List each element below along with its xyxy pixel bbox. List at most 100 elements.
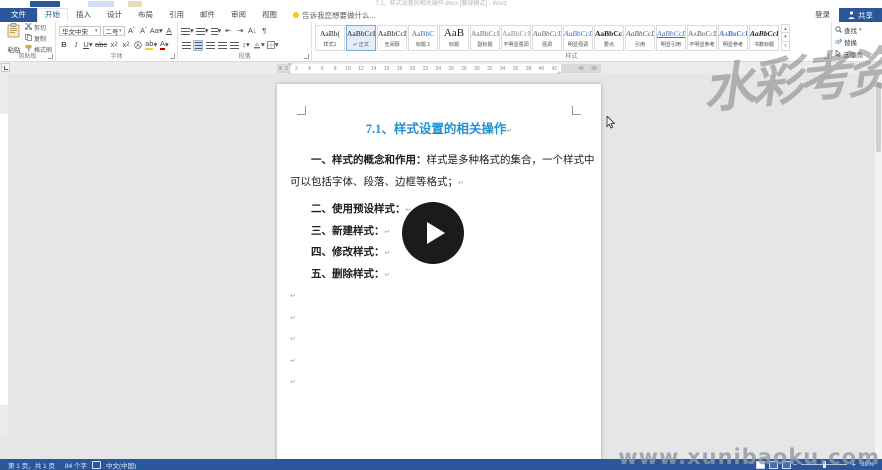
empty-paragraph[interactable]: ↵ (290, 285, 588, 307)
style-gallery-item[interactable]: AaB标题 (439, 25, 469, 51)
sort-button[interactable]: A↓ (247, 26, 257, 37)
tell-me-box[interactable]: 告诉我您想要做什么... (285, 8, 384, 22)
style-gallery-item[interactable]: AaBbCcI要点 (594, 25, 624, 51)
vertical-ruler[interactable] (0, 74, 8, 435)
style-gallery-item[interactable]: AaBbCcD引用 (625, 25, 655, 51)
zoom-out-button[interactable]: − (793, 461, 798, 469)
gallery-scroll-up-button[interactable]: ▴ (781, 24, 790, 33)
horizontal-ruler[interactable]: 42 2468101214161820222426283032343638404… (277, 64, 601, 73)
replace-button[interactable]: ab 替换 (835, 37, 879, 47)
gallery-more-button[interactable]: ▿ (781, 42, 790, 51)
justify-button[interactable] (217, 40, 227, 51)
change-case-button[interactable]: Aa▾ (151, 26, 163, 37)
borders-button[interactable]: ▾ (267, 40, 279, 51)
sign-in-button[interactable]: 登录 (806, 8, 839, 22)
shading-button[interactable]: ▾ (253, 40, 265, 51)
tab-home[interactable]: 开始 (37, 8, 68, 22)
empty-paragraph[interactable]: ↵ (290, 328, 588, 350)
scrollbar-thumb[interactable] (876, 82, 881, 152)
page-indicator[interactable]: 第 1 页，共 1 页 (3, 460, 60, 470)
style-sample: AaB (440, 27, 468, 40)
empty-paragraph[interactable]: ↵ (290, 371, 588, 393)
decrease-indent-button[interactable]: ⇤ (223, 26, 233, 37)
tab-mailings[interactable]: 邮件 (192, 8, 223, 22)
zoom-slider-thumb[interactable] (823, 461, 826, 468)
find-button[interactable]: 查找▾ (835, 25, 879, 35)
superscript-button[interactable]: x2 (121, 40, 131, 51)
video-play-button[interactable] (402, 202, 464, 264)
empty-paragraph[interactable]: ↵ (290, 350, 588, 372)
paste-button[interactable]: 粘贴 (3, 24, 25, 52)
tab-review[interactable]: 审阅 (223, 8, 254, 22)
grow-font-button[interactable]: Aˆ (127, 26, 137, 37)
bullets-button[interactable]: ▾ (181, 26, 194, 37)
proofing-icon[interactable] (92, 461, 101, 469)
tab-insert[interactable]: 插入 (68, 8, 99, 22)
styles-dialog-launcher[interactable] (824, 54, 829, 59)
doc-paragraph[interactable]: 五、删除样式：↵ (290, 264, 588, 286)
font-size-combo[interactable]: 二号▾ (103, 26, 125, 36)
style-gallery-item[interactable]: AaBbCcD不明显强调 (501, 25, 531, 51)
empty-paragraph[interactable]: ↵ (290, 307, 588, 329)
tab-view[interactable]: 视图 (254, 8, 285, 22)
word-count[interactable]: 84 个字 (60, 460, 92, 470)
print-layout-button[interactable] (769, 461, 778, 469)
style-gallery-item[interactable]: AaBbCcDi不明显参考 (687, 25, 717, 51)
style-gallery-item[interactable]: AaBbCcD明显引用 (656, 25, 686, 51)
tab-file[interactable]: 文件 (0, 8, 37, 22)
clipboard-dialog-launcher[interactable] (48, 54, 53, 59)
zoom-slider[interactable] (801, 464, 847, 465)
font-name-combo[interactable]: 华文中宋▾ (59, 26, 101, 36)
style-name: 引用 (627, 40, 653, 47)
zoom-level[interactable]: 89% (856, 461, 879, 468)
ruler-tick: 40 (535, 66, 548, 72)
italic-button[interactable]: I (71, 40, 81, 51)
language-indicator[interactable]: 中文(中国) (101, 460, 141, 470)
cut-button[interactable]: 剪切 (25, 23, 52, 32)
style-gallery-item[interactable]: AaBbCcD无间隔 (377, 25, 407, 51)
strikethrough-button[interactable]: abc (95, 40, 107, 51)
read-mode-button[interactable] (756, 461, 765, 469)
tab-design[interactable]: 设计 (99, 8, 130, 22)
show-marks-button[interactable]: ¶ (259, 26, 269, 37)
increase-indent-button[interactable]: ⇥ (235, 26, 245, 37)
document-page[interactable]: 7.1、样式设置的相关操作 ↵ 一、样式的概念和作用：样式是多种格式的集合，一个样… (277, 84, 601, 459)
style-gallery-item[interactable]: AaBbCcD↵ 正文 (346, 25, 376, 51)
gallery-scroll-down-button[interactable]: ▾ (781, 33, 790, 42)
style-gallery-item[interactable]: AaBbCcI书籍标题 (749, 25, 779, 51)
subscript-button[interactable]: x2 (109, 40, 119, 51)
tab-layout[interactable]: 布局 (130, 8, 161, 22)
style-gallery-item[interactable]: AaBbCcD明显强调 (563, 25, 593, 51)
numbering-button[interactable]: ▾ (196, 26, 209, 37)
tab-references[interactable]: 引用 (161, 8, 192, 22)
shrink-font-button[interactable]: Aˇ (139, 26, 149, 37)
phonetic-guide-button[interactable]: A (133, 40, 143, 51)
share-button[interactable]: 共享 (839, 8, 882, 22)
style-gallery-item[interactable]: AaBbC标题 1 (408, 25, 438, 51)
style-gallery-item[interactable]: AaBbCcE明显参考 (718, 25, 748, 51)
web-layout-button[interactable] (782, 461, 791, 469)
style-gallery-item[interactable]: AaBbCcD强调 (532, 25, 562, 51)
line-spacing-button[interactable]: ↕▾ (241, 40, 251, 51)
font-color-button[interactable]: A▾ (159, 40, 169, 51)
copy-button[interactable]: 复制 (25, 34, 52, 43)
font-dialog-launcher[interactable] (170, 54, 175, 59)
copy-icon (25, 34, 32, 43)
heading-text: 7.1、样式设置的相关操作 (366, 122, 507, 136)
style-gallery-item[interactable]: AaBb(样式1 (315, 25, 345, 51)
multilevel-list-button[interactable]: ▾ (211, 26, 222, 37)
highlight-button[interactable]: ab▾ (145, 40, 157, 51)
tab-selector-button[interactable] (1, 63, 10, 72)
clear-formatting-button[interactable]: A (164, 26, 174, 37)
bold-button[interactable]: B (59, 40, 69, 51)
vertical-scrollbar[interactable] (875, 74, 882, 459)
paragraph-dialog-launcher[interactable] (304, 54, 309, 59)
align-center-button[interactable] (193, 40, 203, 51)
underline-button[interactable]: U▾ (83, 40, 93, 51)
align-right-button[interactable] (205, 40, 215, 51)
align-left-button[interactable] (181, 40, 191, 51)
doc-paragraph-continuation[interactable]: 可以包括字体、段落、边框等格式；↵ (290, 172, 588, 194)
doc-paragraph[interactable]: 一、样式的概念和作用：样式是多种格式的集合，一个样式中 (290, 150, 588, 172)
distribute-button[interactable] (229, 40, 239, 51)
style-gallery-item[interactable]: AaBbCcI副标题 (470, 25, 500, 51)
